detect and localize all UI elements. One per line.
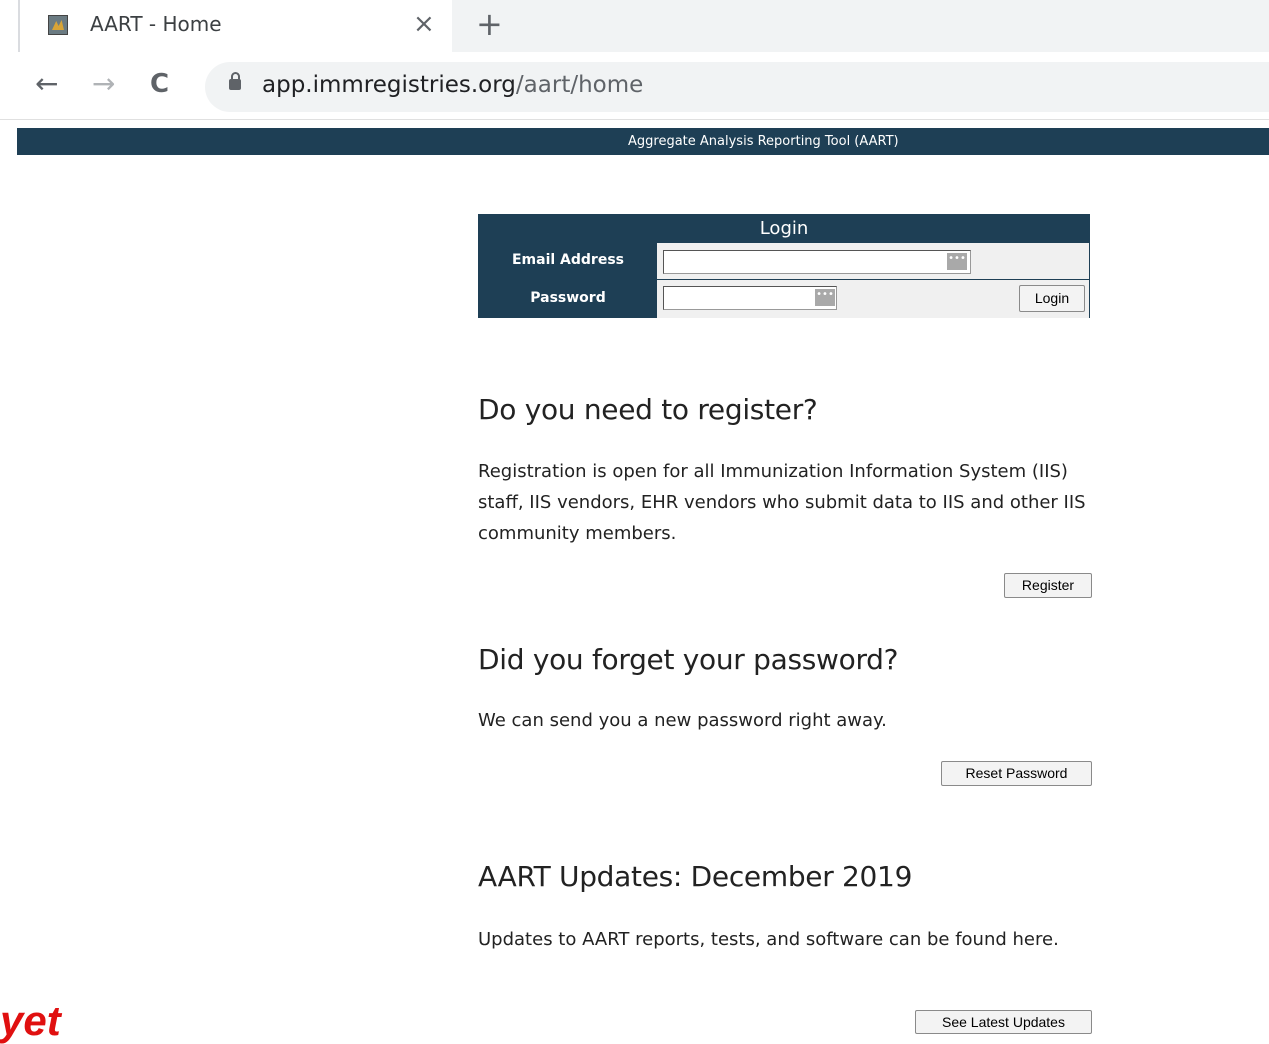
email-label: Email Address (479, 243, 657, 279)
login-button[interactable]: Login (1019, 285, 1085, 312)
tab-strip-background (450, 0, 1269, 52)
updates-text: Updates to AART reports, tests, and soft… (478, 929, 1059, 950)
see-latest-updates-button[interactable]: See Latest Updates (915, 1010, 1092, 1034)
tab-title: AART - Home (90, 12, 222, 36)
email-field[interactable] (663, 250, 971, 274)
password-manager-icon-2[interactable]: ••• (815, 289, 835, 306)
new-tab-icon[interactable]: + (476, 6, 503, 42)
forgot-password-heading: Did you forget your password? (478, 643, 899, 676)
app-title: Aggregate Analysis Reporting Tool (AART) (628, 134, 899, 149)
password-manager-icon[interactable]: ••• (947, 253, 967, 270)
password-label: Password (479, 280, 657, 318)
address-bar[interactable]: app.immregistries.org/aart/home (205, 62, 1269, 112)
url-text[interactable]: app.immregistries.org/aart/home (262, 72, 643, 98)
password-field[interactable] (663, 286, 837, 310)
forgot-password-text: We can send you a new password right awa… (478, 710, 887, 731)
app-header-bar: Aggregate Analysis Reporting Tool (AART) (17, 128, 1269, 155)
close-tab-icon[interactable]: × (413, 9, 435, 39)
lock-icon[interactable] (229, 72, 241, 90)
email-row: Email Address ••• (479, 242, 1089, 279)
register-button[interactable]: Register (1004, 573, 1092, 598)
register-heading: Do you need to register? (478, 393, 818, 426)
back-icon[interactable]: ← (35, 66, 58, 102)
overlay-red-text: yet (0, 997, 61, 1044)
password-cell: ••• Login (657, 280, 1089, 318)
reset-password-button[interactable]: Reset Password (941, 761, 1092, 786)
url-path: /aart/home (515, 72, 644, 98)
email-cell: ••• (657, 243, 1089, 279)
browser-toolbar: ← → C app.immregistries.org/aart/home (0, 52, 1269, 120)
favicon-icon (48, 15, 68, 35)
browser-tab-strip: AART - Home × + (0, 0, 1269, 52)
browser-tab[interactable]: AART - Home × (18, 0, 452, 52)
reload-icon[interactable]: C (150, 66, 169, 102)
url-host: app.immregistries.org (262, 72, 516, 98)
forward-icon[interactable]: → (92, 66, 115, 102)
password-row: Password ••• Login (479, 279, 1089, 318)
login-header: Login (479, 215, 1089, 242)
register-text: Registration is open for all Immunizatio… (478, 461, 1086, 544)
updates-heading: AART Updates: December 2019 (478, 860, 913, 893)
login-form: Login Email Address ••• Password ••• Log… (478, 214, 1090, 318)
